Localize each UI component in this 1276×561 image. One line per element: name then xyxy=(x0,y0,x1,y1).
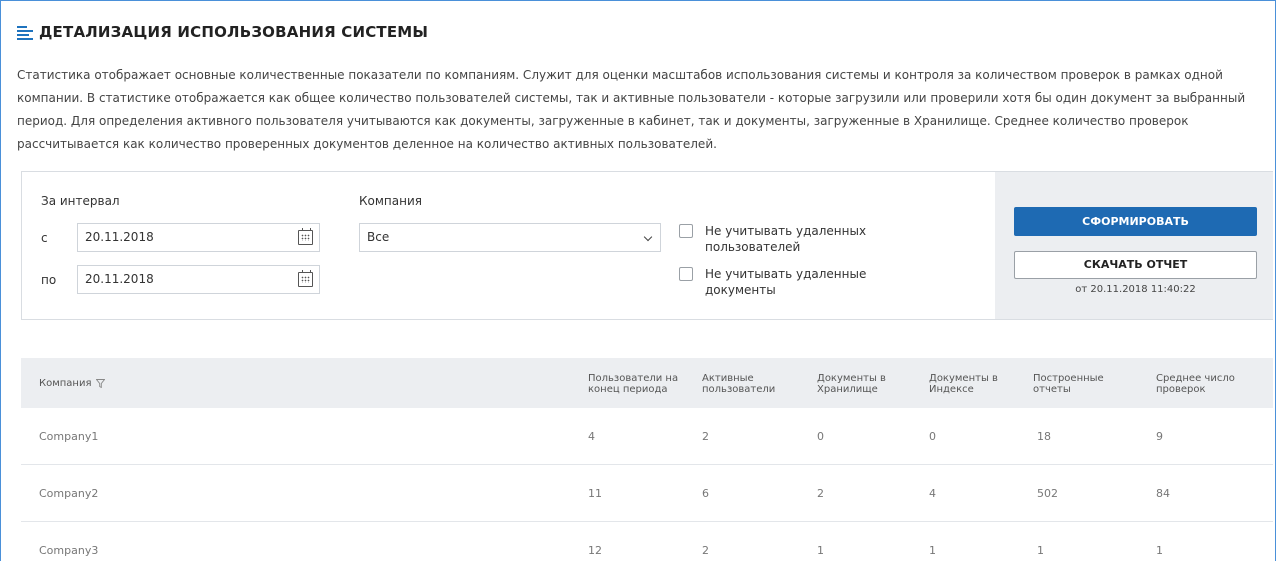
company-select[interactable]: Все xyxy=(359,223,661,252)
column-header-line: конец периода xyxy=(588,384,668,395)
column-header-users-end: Пользователи на конец периода xyxy=(588,373,678,395)
date-to-value: 20.11.2018 xyxy=(85,272,154,286)
column-header-line: Документы в xyxy=(817,373,886,384)
page-header: ДЕТАЛИЗАЦИЯ ИСПОЛЬЗОВАНИЯ СИСТЕМЫ xyxy=(17,21,428,43)
column-header-line: пользователи xyxy=(702,384,776,395)
cell-index-docs: 4 xyxy=(929,487,936,500)
exclude-deleted-users-checkbox[interactable] xyxy=(679,224,693,238)
checkbox-label-line: документы xyxy=(705,283,776,297)
column-header-line: Активные xyxy=(702,373,754,384)
cell-reports: 18 xyxy=(1037,430,1051,443)
date-to-input[interactable]: 20.11.2018 xyxy=(77,265,320,294)
description-line: рассчитывается как количество проверенны… xyxy=(17,137,717,151)
column-header-avg-checks: Среднее число проверок xyxy=(1156,373,1235,395)
column-header-line: Пользователи на xyxy=(588,373,679,384)
report-timestamp: от 20.11.2018 11:40:22 xyxy=(1075,284,1196,295)
chevron-down-icon xyxy=(643,232,653,242)
cell-reports: 1 xyxy=(1037,544,1044,557)
page-description: Статистика отображает основные количеств… xyxy=(17,64,1267,156)
checkbox-label-line: пользователей xyxy=(705,240,801,254)
column-header-line: отчеты xyxy=(1033,384,1071,395)
cell-company: Company1 xyxy=(39,430,99,443)
statistics-table: Компания Пользователи на конец периода А… xyxy=(21,358,1273,561)
company-select-value: Все xyxy=(367,230,390,244)
cell-active-users: 6 xyxy=(702,487,709,500)
cell-avg-checks: 1 xyxy=(1156,544,1163,557)
cell-users-end: 12 xyxy=(588,544,602,557)
actions-panel: СФОРМИРОВАТЬ СКАЧАТЬ ОТЧЕТ от 20.11.2018… xyxy=(995,172,1273,319)
date-from-input[interactable]: 20.11.2018 xyxy=(77,223,320,252)
cell-active-users: 2 xyxy=(702,430,709,443)
column-header-line: Индексе xyxy=(929,384,974,395)
table-row[interactable]: Company3 12 2 1 1 1 1 xyxy=(21,522,1273,561)
column-header-line: Хранилище xyxy=(817,384,878,395)
column-header-line: Среднее число xyxy=(1156,373,1235,384)
download-report-button[interactable]: СКАЧАТЬ ОТЧЕТ xyxy=(1014,251,1257,279)
cell-avg-checks: 84 xyxy=(1156,487,1170,500)
filter-icon[interactable] xyxy=(96,379,106,388)
exclude-deleted-docs-label[interactable]: Не учитывать удаленные документы xyxy=(705,266,905,298)
date-from-value: 20.11.2018 xyxy=(85,230,154,244)
cell-storage-docs: 2 xyxy=(817,487,824,500)
exclude-deleted-docs-checkbox[interactable] xyxy=(679,267,693,281)
cell-index-docs: 0 xyxy=(929,430,936,443)
date-from-label: с xyxy=(41,231,48,245)
report-list-icon xyxy=(17,25,33,40)
cell-index-docs: 1 xyxy=(929,544,936,557)
exclude-deleted-users-label[interactable]: Не учитывать удаленных пользователей xyxy=(705,223,905,255)
column-header-line: проверок xyxy=(1156,384,1206,395)
column-header-active-users: Активные пользователи xyxy=(702,373,775,395)
column-header-company[interactable]: Компания xyxy=(39,378,106,389)
cell-users-end: 4 xyxy=(588,430,595,443)
cell-storage-docs: 1 xyxy=(817,544,824,557)
cell-storage-docs: 0 xyxy=(817,430,824,443)
table-row[interactable]: Company1 4 2 0 0 18 9 xyxy=(21,408,1273,465)
column-header-label: Компания xyxy=(39,378,92,389)
column-header-line: Документы в xyxy=(929,373,998,384)
cell-company: Company2 xyxy=(39,487,99,500)
column-header-storage-docs: Документы в Хранилище xyxy=(817,373,886,395)
description-line: компании. В статистике отображается как … xyxy=(17,91,1246,105)
cell-active-users: 2 xyxy=(702,544,709,557)
column-header-index-docs: Документы в Индексе xyxy=(929,373,998,395)
report-page: ДЕТАЛИЗАЦИЯ ИСПОЛЬЗОВАНИЯ СИСТЕМЫ Статис… xyxy=(0,0,1276,561)
page-title: ДЕТАЛИЗАЦИЯ ИСПОЛЬЗОВАНИЯ СИСТЕМЫ xyxy=(39,23,429,41)
checkbox-label-line: Не учитывать удаленных xyxy=(705,224,867,238)
cell-company: Company3 xyxy=(39,544,99,557)
calendar-icon[interactable] xyxy=(298,228,313,245)
table-header: Компания Пользователи на конец периода А… xyxy=(21,358,1273,408)
company-label: Компания xyxy=(359,194,422,208)
column-header-reports: Построенные отчеты xyxy=(1033,373,1104,395)
cell-users-end: 11 xyxy=(588,487,602,500)
description-line: Статистика отображает основные количеств… xyxy=(17,68,1223,82)
cell-reports: 502 xyxy=(1037,487,1058,500)
table-row[interactable]: Company2 11 6 2 4 502 84 xyxy=(21,465,1273,522)
date-to-label: по xyxy=(41,273,57,287)
generate-button[interactable]: СФОРМИРОВАТЬ xyxy=(1014,207,1257,236)
cell-avg-checks: 9 xyxy=(1156,430,1163,443)
checkbox-label-line: Не учитывать удаленные xyxy=(705,267,867,281)
interval-label: За интервал xyxy=(41,194,120,208)
calendar-icon[interactable] xyxy=(298,270,313,287)
column-header-line: Построенные xyxy=(1033,373,1104,384)
description-line: период. Для определения активного пользо… xyxy=(17,114,1189,128)
filter-panel: За интервал с 20.11.2018 по 20.11.2018 К… xyxy=(21,171,1273,320)
